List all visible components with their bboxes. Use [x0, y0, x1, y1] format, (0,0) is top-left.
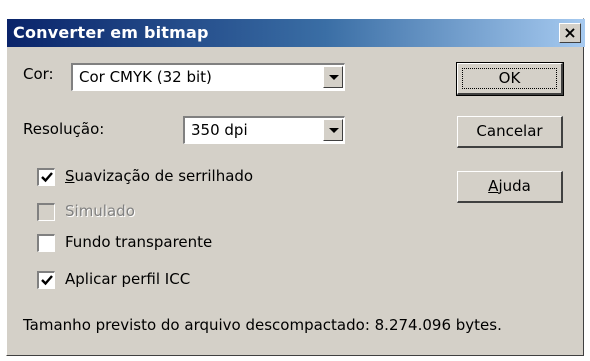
cancel-button-label: Cancelar: [476, 122, 543, 140]
resolution-value: 350 dpi: [191, 121, 248, 139]
apply-icc-label: Aplicar perfil ICC: [65, 270, 191, 288]
resolution-dropdown-button[interactable]: [323, 119, 343, 141]
title-bar: Converter em bitmap ×: [7, 19, 585, 47]
check-icon: [41, 275, 53, 286]
simulated-checkbox: [37, 203, 55, 221]
convert-to-bitmap-dialog: Converter em bitmap × Cor: Cor CMYK (32 …: [6, 18, 585, 356]
help-button[interactable]: Ajuda: [457, 171, 563, 203]
resolution-label: Resolução:: [23, 120, 105, 138]
antialias-label: Suavização de serrilhado: [65, 167, 254, 185]
chevron-down-icon: [329, 128, 339, 133]
apply-icc-checkbox[interactable]: [37, 271, 55, 289]
simulated-label: Simulado: [65, 202, 135, 220]
cancel-button[interactable]: Cancelar: [457, 116, 563, 148]
color-label: Cor:: [23, 65, 54, 83]
antialias-checkbox[interactable]: [37, 168, 55, 186]
transparent-background-label: Fundo transparente: [65, 233, 213, 251]
color-mode-dropdown-button[interactable]: [323, 66, 343, 88]
transparent-background-checkbox[interactable]: [37, 234, 55, 252]
dialog-title: Converter em bitmap: [13, 23, 209, 42]
ok-button[interactable]: OK: [456, 62, 564, 96]
ok-button-label: OK: [498, 69, 521, 87]
color-mode-value: Cor CMYK (32 bit): [79, 68, 212, 86]
color-mode-select[interactable]: Cor CMYK (32 bit): [71, 63, 345, 91]
close-button[interactable]: ×: [559, 23, 581, 43]
resolution-select[interactable]: 350 dpi: [183, 116, 345, 144]
help-button-label: Ajuda: [488, 177, 531, 195]
chevron-down-icon: [329, 75, 339, 80]
check-icon: [41, 172, 53, 183]
close-icon: ×: [563, 23, 577, 42]
estimated-file-size: Tamanho previsto do arquivo descompactad…: [23, 316, 502, 334]
